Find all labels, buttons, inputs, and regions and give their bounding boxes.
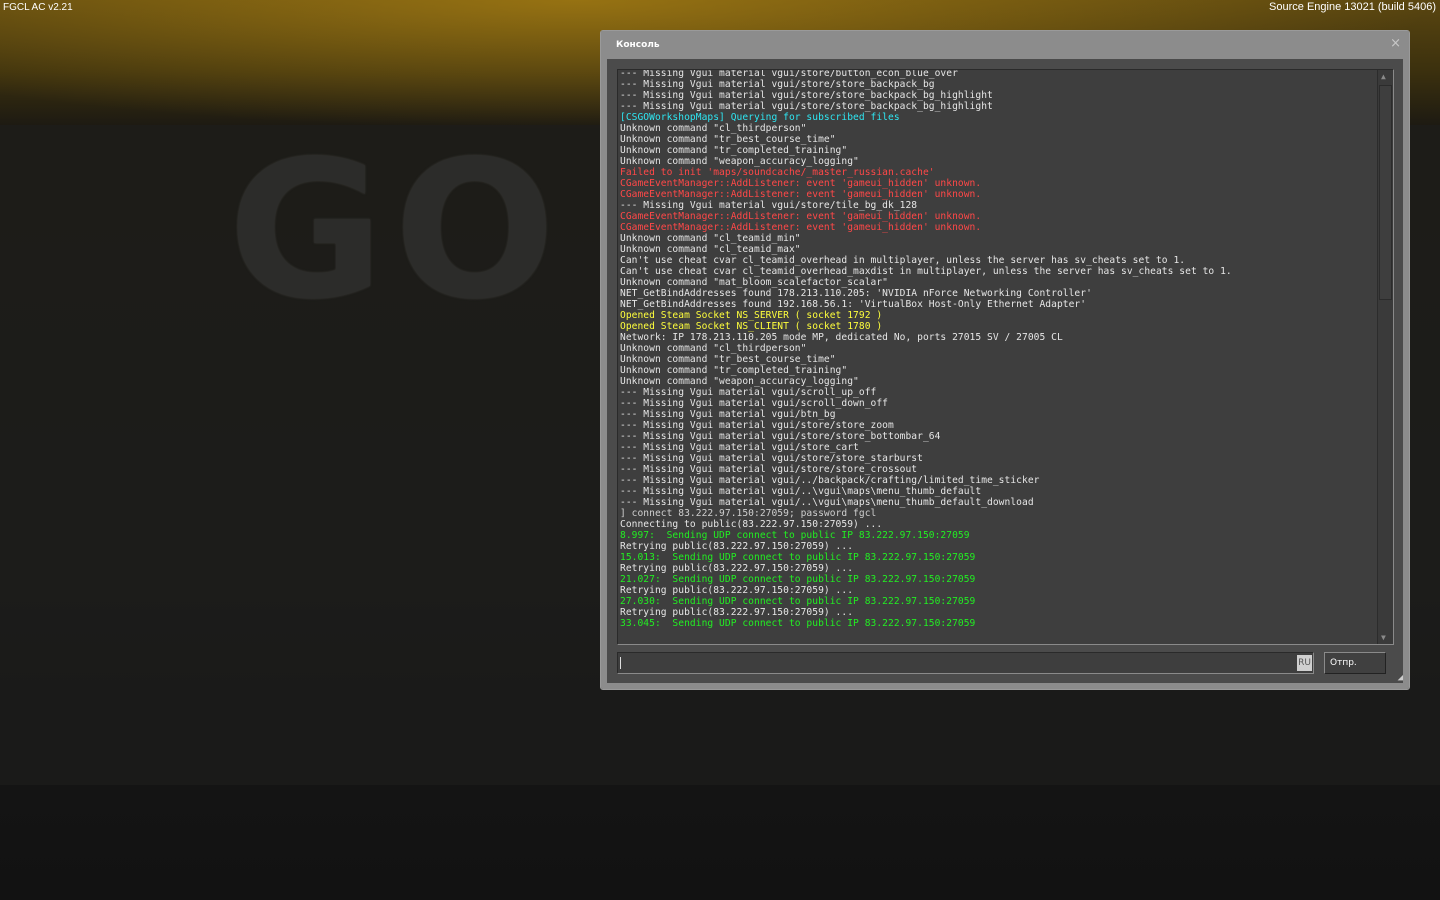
console-line: 33.045: Sending UDP connect to public IP… bbox=[620, 618, 976, 629]
console-line: 21.027: Sending UDP connect to public IP… bbox=[620, 574, 976, 585]
console-line: Opened Steam Socket NS_SERVER ( socket 1… bbox=[620, 310, 883, 321]
console-line: --- Missing Vgui material vgui/store/sto… bbox=[620, 420, 894, 431]
console-line: Unknown command "weapon_accuracy_logging… bbox=[620, 156, 859, 167]
scroll-down-icon[interactable]: ▼ bbox=[1381, 633, 1386, 642]
console-line: --- Missing Vgui material vgui/store/sto… bbox=[620, 101, 993, 112]
console-line: --- Missing Vgui material vgui/store/sto… bbox=[620, 453, 923, 464]
console-line: Unknown command "tr_best_course_time" bbox=[620, 134, 836, 145]
console-line: Network: IP 178.213.110.205 mode MP, ded… bbox=[620, 332, 1063, 343]
console-line: Unknown command "cl_thirdperson" bbox=[620, 343, 807, 354]
console-line: Retrying public(83.222.97.150:27059) ... bbox=[620, 585, 854, 596]
console-line: Unknown command "cl_teamid_min" bbox=[620, 233, 801, 244]
console-titlebar[interactable]: Консоль × bbox=[601, 31, 1409, 59]
console-line: Unknown command "tr_completed_training" bbox=[620, 145, 848, 156]
console-line: Unknown command "tr_best_course_time" bbox=[620, 354, 836, 365]
console-line: --- Missing Vgui material vgui/store/til… bbox=[620, 200, 918, 211]
console-line: --- Missing Vgui material vgui/../backpa… bbox=[620, 475, 1040, 486]
console-line: Unknown command "tr_completed_training" bbox=[620, 365, 848, 376]
scrollbar[interactable]: ▲ ▼ bbox=[1377, 70, 1393, 644]
text-caret bbox=[620, 657, 621, 669]
console-line: Failed to init 'maps/soundcache/_master_… bbox=[620, 167, 935, 178]
console-line: --- Missing Vgui material vgui/store/sto… bbox=[620, 464, 918, 475]
mod-version-label: FGCL AC v2.21 bbox=[3, 2, 73, 13]
resize-grip-icon[interactable]: ◢ bbox=[1398, 673, 1403, 683]
console-line: Retrying public(83.222.97.150:27059) ... bbox=[620, 541, 854, 552]
console-line: NET_GetBindAddresses found 178.213.110.2… bbox=[620, 288, 1092, 299]
close-icon[interactable]: × bbox=[1390, 36, 1401, 51]
scroll-up-icon[interactable]: ▲ bbox=[1381, 72, 1386, 81]
console-lines: --- Missing Vgui material vgui/store/but… bbox=[620, 69, 1232, 629]
console-line: Unknown command "cl_thirdperson" bbox=[620, 123, 807, 134]
console-line: --- Missing Vgui material vgui/..\vgui\m… bbox=[620, 497, 1034, 508]
language-indicator: RU bbox=[1297, 655, 1312, 671]
console-line: NET_GetBindAddresses found 192.168.56.1:… bbox=[620, 299, 1087, 310]
console-line: Retrying public(83.222.97.150:27059) ... bbox=[620, 563, 854, 574]
console-line: Unknown command "cl_teamid_max" bbox=[620, 244, 801, 255]
console-line: --- Missing Vgui material vgui/scroll_up… bbox=[620, 387, 877, 398]
console-line: Unknown command "mat_bloom_scalefactor_s… bbox=[620, 277, 888, 288]
console-line: --- Missing Vgui material vgui/..\vgui\m… bbox=[620, 486, 982, 497]
console-line: --- Missing Vgui material vgui/store_car… bbox=[620, 442, 859, 453]
console-line: 15.013: Sending UDP connect to public IP… bbox=[620, 552, 976, 563]
console-line: --- Missing Vgui material vgui/btn_bg bbox=[620, 409, 836, 420]
console-line: Can't use cheat cvar cl_teamid_overhead_… bbox=[620, 266, 1232, 277]
console-line: 8.997: Sending UDP connect to public IP … bbox=[620, 530, 970, 541]
engine-version-label: Source Engine 13021 (build 5406) bbox=[1269, 1, 1436, 13]
console-line: --- Missing Vgui material vgui/scroll_do… bbox=[620, 398, 888, 409]
console-line: CGameEventManager::AddListener: event 'g… bbox=[620, 189, 982, 200]
console-body: --- Missing Vgui material vgui/store/but… bbox=[607, 59, 1403, 683]
console-line: --- Missing Vgui material vgui/store/sto… bbox=[620, 431, 941, 442]
console-line: --- Missing Vgui material vgui/store/sto… bbox=[620, 79, 935, 90]
console-title: Консоль bbox=[616, 40, 660, 50]
console-line: CGameEventManager::AddListener: event 'g… bbox=[620, 211, 982, 222]
go-logo: GO bbox=[228, 120, 566, 341]
console-line: --- Missing Vgui material vgui/store/but… bbox=[620, 69, 958, 79]
console-line: ] connect 83.222.97.150:27059; password … bbox=[620, 508, 877, 519]
console-line: 27.030: Sending UDP connect to public IP… bbox=[620, 596, 976, 607]
console-line: Retrying public(83.222.97.150:27059) ... bbox=[620, 607, 854, 618]
submit-button[interactable]: Отпр. bbox=[1324, 652, 1386, 674]
console-line: Connecting to public(83.222.97.150:27059… bbox=[620, 519, 883, 530]
console-line: --- Missing Vgui material vgui/store/sto… bbox=[620, 90, 993, 101]
console-window: Консоль × --- Missing Vgui material vgui… bbox=[600, 30, 1410, 690]
console-line: Unknown command "weapon_accuracy_logging… bbox=[620, 376, 859, 387]
console-line: Opened Steam Socket NS_CLIENT ( socket 1… bbox=[620, 321, 883, 332]
console-output: --- Missing Vgui material vgui/store/but… bbox=[617, 69, 1394, 645]
console-line: Can't use cheat cvar cl_teamid_overhead … bbox=[620, 255, 1186, 266]
console-line: CGameEventManager::AddListener: event 'g… bbox=[620, 222, 982, 233]
console-line: [CSGOWorkshopMaps] Querying for subscrib… bbox=[620, 112, 900, 123]
console-line: CGameEventManager::AddListener: event 'g… bbox=[620, 178, 982, 189]
scrollbar-thumb[interactable] bbox=[1379, 85, 1392, 300]
command-input[interactable]: RU bbox=[617, 652, 1314, 674]
